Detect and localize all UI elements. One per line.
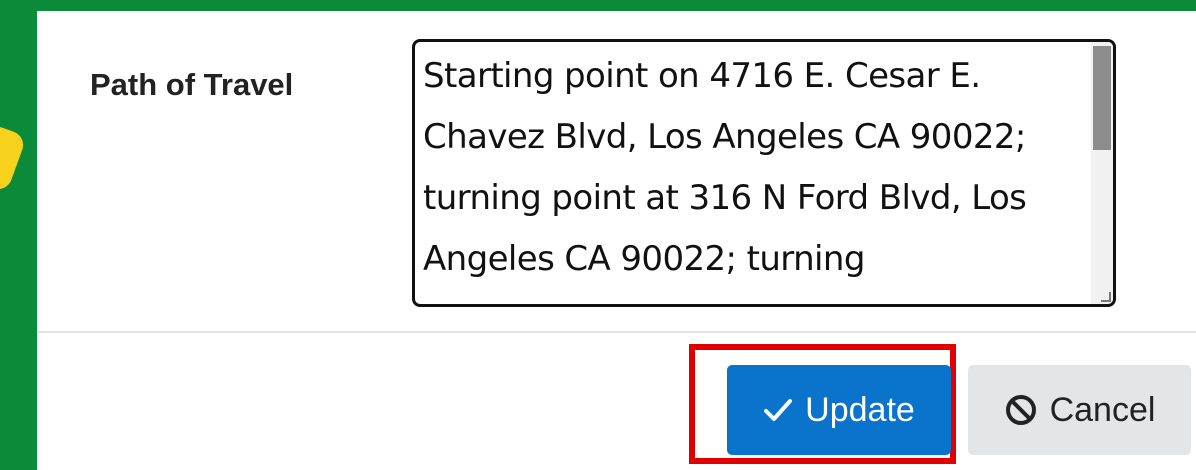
- path-of-travel-label: Path of Travel: [90, 67, 294, 102]
- resize-handle[interactable]: [1101, 292, 1111, 302]
- edit-form-panel: Path of Travel Starting point on 4716 E.…: [37, 11, 1196, 470]
- textarea-scrollbar[interactable]: [1091, 42, 1113, 304]
- cancel-button-label: Cancel: [1049, 390, 1156, 429]
- scrollbar-thumb[interactable]: [1093, 46, 1111, 150]
- path-of-travel-textarea[interactable]: Starting point on 4716 E. Cesar E. Chave…: [412, 39, 1116, 307]
- cancel-button[interactable]: Cancel: [968, 365, 1191, 455]
- footer-divider: [37, 331, 1196, 333]
- path-of-travel-text: Starting point on 4716 E. Cesar E. Chave…: [423, 56, 1027, 279]
- ban-icon: [1004, 393, 1038, 427]
- check-icon: [763, 397, 793, 423]
- update-button-label: Update: [805, 390, 915, 429]
- update-button[interactable]: Update: [727, 365, 951, 455]
- yellow-arrow-marker: [0, 122, 28, 194]
